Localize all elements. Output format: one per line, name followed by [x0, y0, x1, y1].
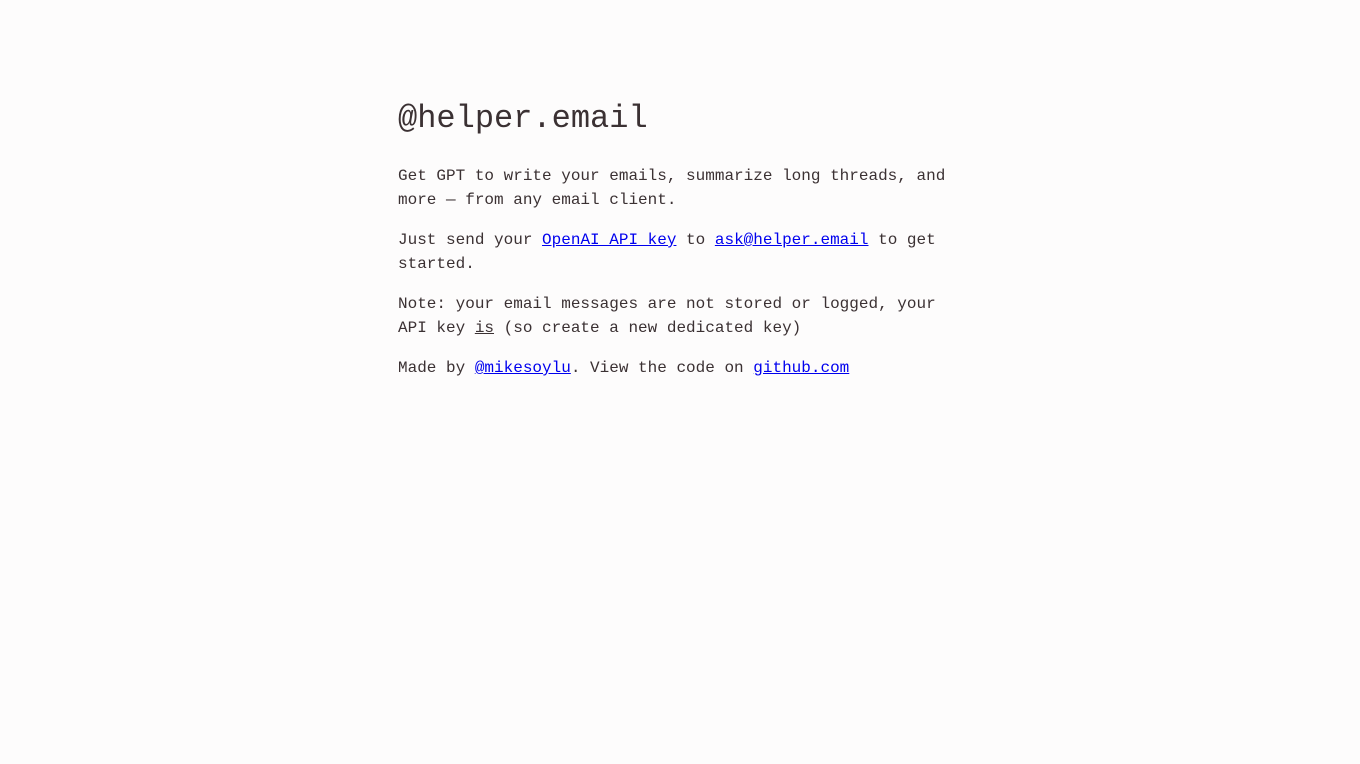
instructions-text: Just send your OpenAI API key to ask@hel… [398, 228, 958, 276]
note-text: Note: your email messages are not stored… [398, 292, 958, 340]
openai-api-key-link[interactable]: OpenAI API key [542, 231, 676, 249]
instructions-middle: to [676, 231, 715, 249]
page-title: @helper.email [398, 100, 648, 137]
note-suffix: (so create a new dedicated key) [494, 319, 802, 337]
footer-text: Made by @mikesoylu. View the code on git… [398, 356, 958, 380]
main-content: @helper.email Get GPT to write your emai… [398, 96, 958, 396]
footer-prefix: Made by [398, 359, 475, 377]
ask-email-link[interactable]: ask@helper.email [715, 231, 869, 249]
instructions-prefix: Just send your [398, 231, 543, 249]
author-link[interactable]: @mikesoylu [475, 359, 571, 377]
github-link[interactable]: github.com [753, 359, 849, 377]
note-emphasis: is [474, 319, 495, 337]
footer-middle: . View the code on [570, 359, 754, 377]
intro-text: Get GPT to write your emails, summarize … [398, 167, 946, 209]
